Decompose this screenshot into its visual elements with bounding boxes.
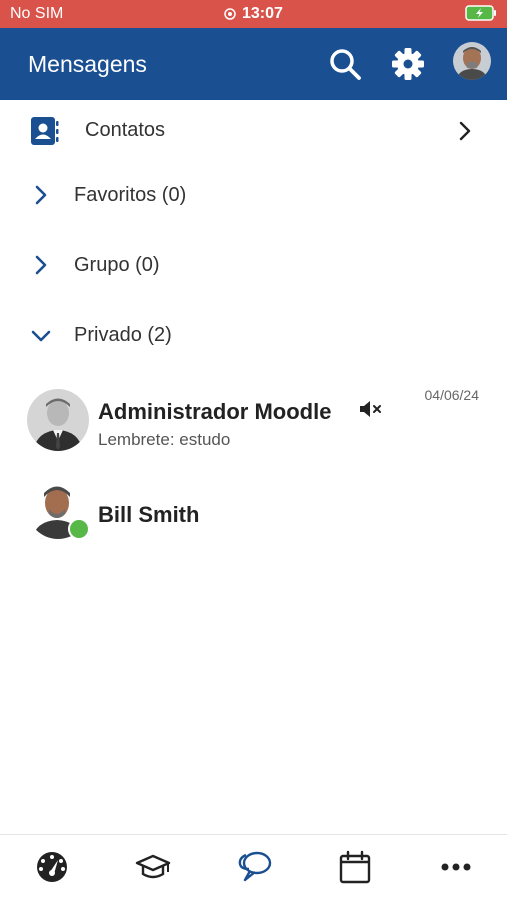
gear-icon	[392, 48, 424, 80]
conversation-name: Administrador Moodle	[98, 399, 332, 424]
search-icon	[330, 49, 361, 80]
online-status-indicator	[68, 518, 90, 540]
contact-avatar	[27, 389, 89, 451]
conversation-item[interactable]: Administrador Moodle 04/06/24 Lembrete: …	[0, 378, 507, 464]
chevron-right-icon	[35, 185, 47, 205]
section-group[interactable]: Grupo (0)	[0, 240, 507, 292]
tab-messages[interactable]	[224, 845, 284, 889]
carrier-label: No SIM	[10, 5, 64, 22]
status-bar: No SIM 13:07	[0, 0, 507, 28]
conversation-date: 04/06/24	[424, 387, 480, 403]
conversation-item[interactable]: Bill Smith	[0, 470, 507, 550]
search-button[interactable]	[325, 44, 365, 84]
dashboard-icon	[37, 852, 67, 882]
tab-dashboard[interactable]	[22, 845, 82, 889]
tab-courses[interactable]	[123, 845, 183, 889]
user-avatar-button[interactable]	[453, 42, 491, 80]
chevron-right-icon	[35, 255, 47, 275]
settings-button[interactable]	[388, 44, 428, 84]
calendar-icon	[339, 850, 371, 884]
clock: 13:07	[224, 5, 283, 23]
location-icon	[224, 8, 236, 20]
contacts-row[interactable]: Contatos	[0, 100, 507, 162]
battery-charging-icon	[465, 5, 496, 21]
section-private-label: Privado (2)	[74, 324, 172, 346]
messages-icon	[238, 851, 272, 882]
user-avatar	[453, 42, 491, 80]
avatar	[27, 389, 89, 451]
app-header: Mensagens	[0, 28, 507, 100]
conversation-name: Bill Smith	[98, 502, 200, 527]
tab-more[interactable]	[426, 845, 486, 889]
chevron-right-icon	[459, 121, 471, 141]
section-favorites-label: Favoritos (0)	[74, 184, 187, 206]
clock-time: 13:07	[242, 5, 283, 22]
conversation-preview: Lembrete: estudo	[98, 430, 231, 449]
address-book-icon	[31, 117, 59, 145]
page-title: Mensagens	[28, 51, 147, 77]
contacts-label: Contatos	[85, 119, 166, 141]
muted-icon	[360, 401, 381, 417]
section-favorites[interactable]: Favoritos (0)	[0, 170, 507, 222]
chevron-down-icon	[31, 330, 51, 342]
more-icon	[441, 863, 471, 871]
courses-icon	[135, 854, 171, 879]
bottom-tab-bar	[0, 834, 507, 901]
tab-calendar[interactable]	[325, 845, 385, 889]
section-private[interactable]: Privado (2)	[0, 310, 507, 362]
section-group-label: Grupo (0)	[74, 254, 160, 276]
